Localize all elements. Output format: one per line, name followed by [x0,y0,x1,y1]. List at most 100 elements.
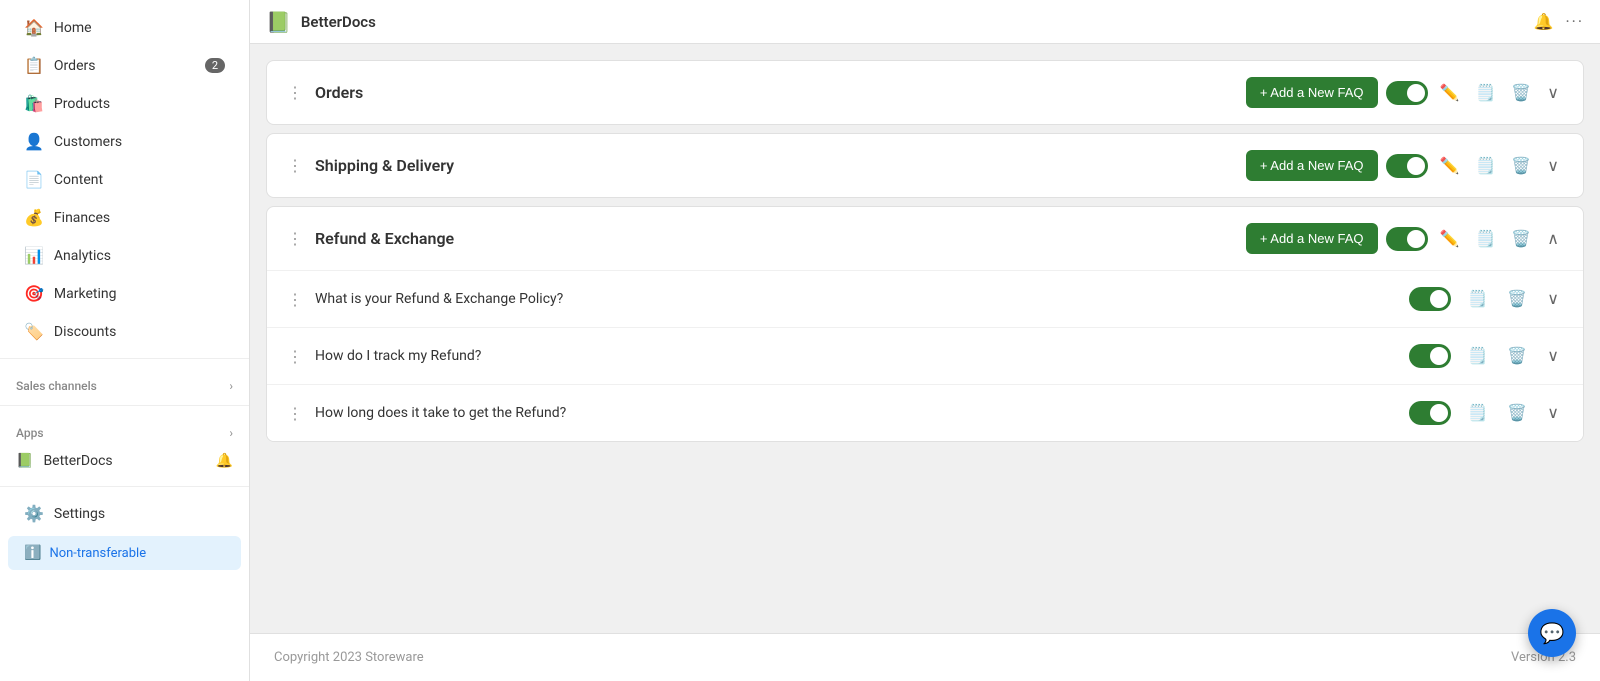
finances-icon: 💰 [24,208,44,227]
sidebar-item-products[interactable]: 🛍️ Products [8,85,241,122]
edit-btn-shipping[interactable]: ✏️ [1436,152,1464,180]
drag-handle-orders[interactable]: ⋮ [287,83,303,102]
sidebar-item-label-finances: Finances [54,210,110,226]
collapse-btn-refund[interactable]: ∧ [1543,225,1563,253]
faq-drag-handle-q2[interactable]: ⋮ [287,347,303,366]
betterdocs-label: BetterDocs [43,453,112,469]
sales-channels-section[interactable]: Sales channels › [0,367,249,397]
sidebar-item-orders[interactable]: 📋 Orders 2 [8,47,241,84]
sidebar-item-label-discounts: Discounts [54,324,116,340]
section-title-orders: Orders [315,83,363,102]
home-icon: 🏠 [24,18,44,37]
sidebar-item-finances[interactable]: 💰 Finances [8,199,241,236]
main-content: 📗 BetterDocs 🔔 ··· ⋮ Orders + Add a New … [250,0,1600,681]
sidebar-item-content[interactable]: 📄 Content [8,161,241,198]
faq-delete-btn-q2[interactable]: 🗑️ [1503,342,1531,370]
apps-label: Apps [16,426,44,440]
faq-expand-btn-q3[interactable]: ∨ [1543,399,1563,427]
faq-question-q1: What is your Refund & Exchange Policy? [315,291,1397,307]
content-icon: 📄 [24,170,44,189]
copy-btn-shipping[interactable]: 🗒️ [1471,152,1499,180]
sidebar-divider-3 [0,486,249,487]
section-title-shipping: Shipping & Delivery [315,156,454,175]
toggle-refund[interactable] [1386,227,1428,251]
delete-btn-refund[interactable]: 🗑️ [1507,225,1535,253]
non-transferable-item[interactable]: ℹ️ Non-transferable [8,536,241,570]
add-faq-btn-orders[interactable]: + Add a New FAQ [1246,77,1378,108]
sidebar-item-label-analytics: Analytics [54,248,111,264]
faq-section-shipping: ⋮ Shipping & Delivery + Add a New FAQ ✏️… [266,133,1584,198]
collapse-btn-shipping[interactable]: ∨ [1543,152,1563,180]
sales-channels-arrow: › [229,379,233,393]
faq-toggle-q1[interactable] [1409,287,1451,311]
marketing-icon: 🎯 [24,284,44,303]
app-logo-icon: 📗 [266,10,291,34]
faq-drag-handle-q3[interactable]: ⋮ [287,404,303,423]
betterdocs-icon: 📗 [16,453,33,469]
discounts-icon: 🏷️ [24,322,44,341]
faq-delete-btn-q3[interactable]: 🗑️ [1503,399,1531,427]
analytics-icon: 📊 [24,246,44,265]
toggle-shipping[interactable] [1386,154,1428,178]
section-actions-orders: + Add a New FAQ ✏️ 🗒️ 🗑️ ∨ [1246,77,1563,108]
faq-expand-btn-q2[interactable]: ∨ [1543,342,1563,370]
sidebar-item-label-marketing: Marketing [54,286,117,302]
sidebar-item-home[interactable]: 🏠 Home [8,9,241,46]
drag-handle-shipping[interactable]: ⋮ [287,156,303,175]
sidebar-divider-1 [0,358,249,359]
faq-section-orders: ⋮ Orders + Add a New FAQ ✏️ 🗒️ 🗑️ ∨ [266,60,1584,125]
faq-toggle-q3[interactable] [1409,401,1451,425]
section-actions-refund: + Add a New FAQ ✏️ 🗒️ 🗑️ ∧ [1246,223,1563,254]
faq-item-q3: ⋮ How long does it take to get the Refun… [267,384,1583,441]
delete-btn-orders[interactable]: 🗑️ [1507,79,1535,107]
sidebar-item-label-products: Products [54,96,110,112]
faq-copy-btn-q3[interactable]: 🗒️ [1463,399,1491,427]
sidebar-item-label-orders: Orders [54,58,96,74]
delete-btn-shipping[interactable]: 🗑️ [1507,152,1535,180]
faq-delete-btn-q1[interactable]: 🗑️ [1503,285,1531,313]
edit-btn-refund[interactable]: ✏️ [1436,225,1464,253]
sidebar-item-discounts[interactable]: 🏷️ Discounts [8,313,241,350]
faq-copy-btn-q1[interactable]: 🗒️ [1463,285,1491,313]
notification-bell-icon[interactable]: 🔔 [1534,12,1554,31]
non-transferable-label: Non-transferable [49,546,146,561]
faq-item-q2: ⋮ How do I track my Refund? 🗒️ 🗑️ ∨ [267,327,1583,384]
add-faq-btn-refund[interactable]: + Add a New FAQ [1246,223,1378,254]
faq-copy-btn-q2[interactable]: 🗒️ [1463,342,1491,370]
drag-handle-refund[interactable]: ⋮ [287,229,303,248]
customers-icon: 👤 [24,132,44,151]
betterdocs-nav-item[interactable]: 📗 BetterDocs 🔔 [0,444,249,478]
toggle-orders[interactable] [1386,81,1428,105]
more-options-icon[interactable]: ··· [1565,12,1584,31]
chat-icon: 💬 [1540,621,1565,645]
sidebar-item-customers[interactable]: 👤 Customers [8,123,241,160]
copy-btn-orders[interactable]: 🗒️ [1471,79,1499,107]
add-faq-btn-shipping[interactable]: + Add a New FAQ [1246,150,1378,181]
footer: Copyright 2023 Storeware Version 2.3 [250,633,1600,681]
faq-content-area: ⋮ Orders + Add a New FAQ ✏️ 🗒️ 🗑️ ∨ ⋮ Sh… [250,44,1600,633]
settings-label: Settings [54,506,105,522]
info-icon: ℹ️ [24,545,41,561]
faq-section-refund: ⋮ Refund & Exchange + Add a New FAQ ✏️ 🗒… [266,206,1584,442]
settings-nav-item[interactable]: ⚙️ Settings [8,495,241,532]
apps-section[interactable]: Apps › [0,414,249,444]
faq-section-header-orders: ⋮ Orders + Add a New FAQ ✏️ 🗒️ 🗑️ ∨ [267,61,1583,124]
chat-bubble-button[interactable]: 💬 [1528,609,1576,657]
collapse-btn-orders[interactable]: ∨ [1543,79,1563,107]
betterdocs-bell-icon[interactable]: 🔔 [216,453,233,469]
sidebar-divider-2 [0,405,249,406]
faq-drag-handle-q1[interactable]: ⋮ [287,290,303,309]
edit-btn-orders[interactable]: ✏️ [1436,79,1464,107]
sidebar-nav: 🏠 Home 📋 Orders 2 🛍️ Products 👤 Customer… [0,0,249,681]
copy-btn-refund[interactable]: 🗒️ [1471,225,1499,253]
sidebar-item-analytics[interactable]: 📊 Analytics [8,237,241,274]
faq-section-header-shipping: ⋮ Shipping & Delivery + Add a New FAQ ✏️… [267,134,1583,197]
faq-question-q2: How do I track my Refund? [315,348,1397,364]
sidebar-item-label-customers: Customers [54,134,122,150]
section-actions-shipping: + Add a New FAQ ✏️ 🗒️ 🗑️ ∨ [1246,150,1563,181]
sidebar-item-marketing[interactable]: 🎯 Marketing [8,275,241,312]
faq-toggle-q2[interactable] [1409,344,1451,368]
faq-expand-btn-q1[interactable]: ∨ [1543,285,1563,313]
faq-item-q1: ⋮ What is your Refund & Exchange Policy?… [267,270,1583,327]
sales-channels-label: Sales channels [16,379,97,393]
